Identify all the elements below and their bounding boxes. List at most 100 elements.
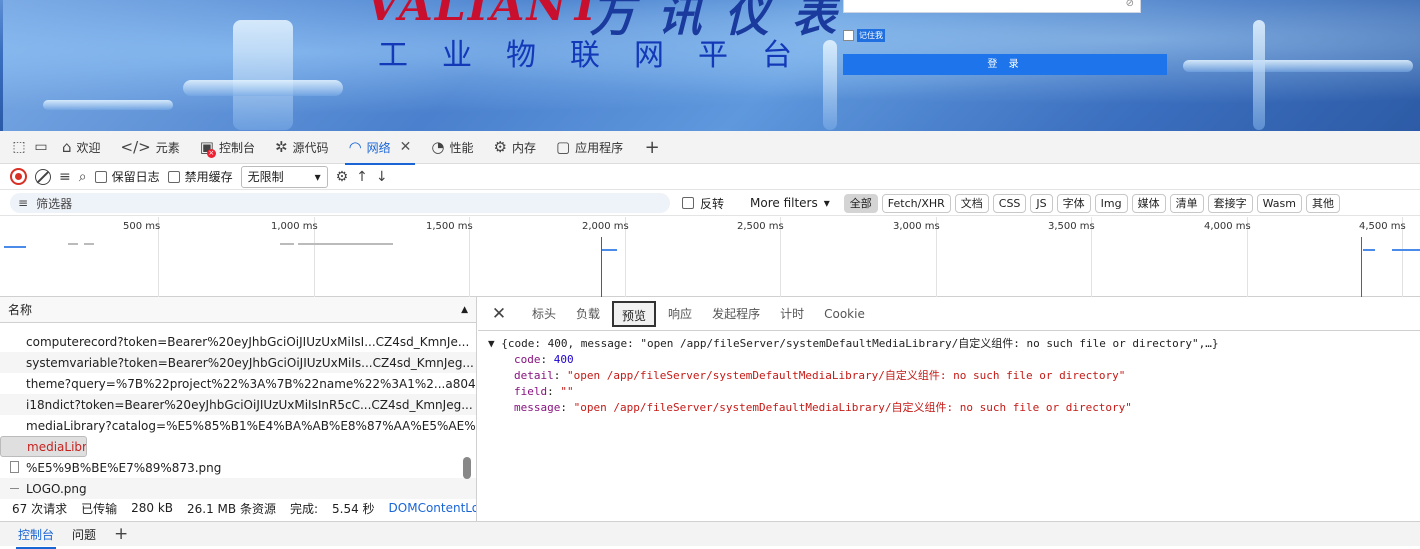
tab-memory[interactable]: ⚙ 内存 — [484, 131, 546, 164]
checkbox-box[interactable] — [94, 170, 107, 183]
tab-application[interactable]: ▢ 应用程序 — [546, 131, 633, 164]
resources-size: 26.1 MB 条资源 — [187, 501, 276, 516]
checkbox-box[interactable] — [682, 197, 694, 209]
chip-css[interactable]: CSS — [992, 193, 1027, 213]
drawer-tab-issues[interactable]: 问题 — [72, 526, 96, 543]
tab-sources[interactable]: ✲ 源代码 — [265, 131, 339, 164]
tab-label: 欢迎 — [76, 140, 101, 155]
checkbox-box[interactable] — [167, 170, 180, 183]
timeline-request-bar — [4, 246, 26, 248]
filter-placeholder: 筛选器 — [36, 196, 73, 211]
tab-response[interactable]: 响应 — [660, 301, 700, 327]
chip-fetch-xhr[interactable]: Fetch/XHR — [881, 193, 951, 213]
timeline-request-bar — [602, 249, 617, 251]
timeline-label: 4,500 ms — [1359, 221, 1406, 232]
tab-initiator[interactable]: 发起程序 — [704, 301, 768, 327]
device-toggle-icon[interactable]: ▭ — [30, 136, 52, 158]
timeline-label: 2,500 ms — [737, 221, 784, 232]
tab-performance[interactable]: ◔ 性能 — [421, 131, 483, 164]
remember-me[interactable]: 记住我 — [843, 29, 885, 42]
request-row[interactable]: systemvariable?token=Bearer%20eyJhbGciOi… — [0, 352, 476, 373]
more-filters-label: More filters — [750, 196, 818, 210]
image-file-icon — [10, 488, 19, 489]
network-overview-timeline[interactable]: 500 ms 1,000 ms 1,500 ms 2,000 ms 2,500 … — [0, 217, 1420, 297]
code-icon: </> — [120, 138, 151, 156]
request-row[interactable]: i18ndict?token=Bearer%20eyJhbGciOiJIUzUx… — [0, 394, 476, 415]
preserve-log-checkbox[interactable]: 保留日志 — [94, 168, 160, 185]
drawer-tab-console[interactable]: 控制台 — [15, 526, 57, 549]
more-filters-dropdown[interactable]: More filters ▾ — [750, 196, 830, 210]
scrollbar-thumb[interactable] — [463, 457, 471, 479]
eye-off-icon[interactable]: ⊘ — [1126, 0, 1134, 9]
devtools-tabbar: ⬚ ▭ ⌂ 欢迎 </> 元素 ▣ × 控制台 ✲ 源代码 ◠ 网络 ✕ ◔ 性… — [0, 131, 1420, 165]
json-summary[interactable]: ▼ {code: 400, message: "open /app/fileSe… — [488, 336, 1420, 352]
tab-payload[interactable]: 负载 — [568, 301, 608, 327]
export-icon[interactable]: ↓ — [376, 169, 388, 185]
finish-time: 5.54 秒 — [332, 501, 375, 516]
chip-all[interactable]: 全部 — [843, 193, 878, 213]
tab-welcome[interactable]: ⌂ 欢迎 — [52, 131, 111, 164]
filter-input[interactable]: ≡ 筛选器 — [10, 193, 670, 213]
throttle-value: 无限制 — [247, 170, 284, 184]
network-conditions-icon[interactable]: ⚙ — [336, 169, 349, 185]
filter-toggle-icon[interactable]: ≡ — [59, 169, 71, 185]
add-tab-icon[interactable]: + — [114, 524, 128, 544]
timeline-label: 2,000 ms — [582, 221, 629, 232]
tab-headers[interactable]: 标头 — [524, 301, 564, 327]
request-list: 名称 ▲ computerecord?token=Bearer%20eyJhbG… — [0, 297, 477, 499]
chip-img[interactable]: Img — [1094, 193, 1128, 213]
close-icon[interactable]: ✕ — [488, 304, 510, 324]
tab-cookies[interactable]: Cookie — [816, 301, 873, 327]
column-name-header[interactable]: 名称 — [8, 301, 32, 318]
request-row[interactable]: computerecord?token=Bearer%20eyJhbGciOiJ… — [0, 331, 476, 352]
record-icon[interactable] — [10, 168, 27, 185]
chip-other[interactable]: 其他 — [1305, 193, 1340, 213]
throttle-select[interactable]: 无限制 ▾ — [240, 165, 328, 188]
chip-font[interactable]: 字体 — [1056, 193, 1091, 213]
domcontentloaded-link[interactable]: DOMContentLo — [389, 501, 476, 515]
sort-up-icon[interactable]: ▲ — [461, 305, 468, 315]
tab-elements[interactable]: </> 元素 — [111, 131, 190, 164]
json-value: "" — [560, 385, 574, 398]
close-icon[interactable]: ✕ — [400, 139, 412, 155]
request-row-image[interactable]: %E5%9B%BE%E7%89%873.png — [0, 457, 476, 478]
bug-icon: ✲ — [274, 138, 288, 156]
inspect-icon[interactable]: ⬚ — [8, 136, 30, 158]
add-tab-icon[interactable]: + — [641, 136, 663, 158]
json-key: field — [514, 385, 548, 398]
page-banner: VALIANT 万 讯 仪 表 工业物联网平台 ⊘ 记住我 登 录 — [0, 0, 1420, 131]
request-name: %E5%9B%BE%E7%89%873.png — [26, 460, 222, 475]
password-input[interactable]: ⊘ — [843, 0, 1141, 13]
chip-manifest[interactable]: 清单 — [1169, 193, 1204, 213]
chip-media[interactable]: 媒体 — [1131, 193, 1166, 213]
request-list-header[interactable]: 名称 ▲ — [0, 297, 476, 323]
clear-icon[interactable] — [35, 168, 51, 185]
chip-ws[interactable]: 套接字 — [1207, 193, 1253, 213]
logo-latin: VALIANT — [366, 0, 604, 31]
chip-wasm[interactable]: Wasm — [1256, 193, 1302, 213]
finish-label: 完成: — [289, 501, 318, 516]
window-icon: ▢ — [555, 138, 571, 156]
disable-cache-checkbox[interactable]: 禁用缓存 — [167, 168, 233, 185]
tab-network[interactable]: ◠ 网络 ✕ — [339, 131, 422, 165]
tab-console[interactable]: ▣ × 控制台 — [190, 131, 265, 164]
bottom-drawer-tabs: 控制台 问题 + — [0, 521, 1420, 549]
timeline-request-bar — [1392, 249, 1420, 251]
json-preview: ▼ {code: 400, message: "open /app/fileSe… — [478, 331, 1420, 416]
remember-checkbox[interactable] — [843, 30, 854, 41]
import-icon[interactable]: ↑ — [356, 169, 368, 185]
remember-label: 记住我 — [857, 29, 885, 42]
chip-doc[interactable]: 文档 — [954, 193, 989, 213]
login-button[interactable]: 登 录 — [843, 54, 1167, 75]
chip-js[interactable]: JS — [1030, 193, 1053, 213]
search-icon[interactable]: ⌕ — [79, 169, 87, 185]
tab-timing[interactable]: 计时 — [772, 301, 812, 327]
invert-checkbox[interactable]: 反转 — [682, 195, 724, 212]
tab-label: 控制台 — [218, 140, 255, 155]
request-row-selected[interactable]: mediaLibrary?catalog=%E5%86%85%E7%BD%AE%… — [0, 436, 87, 457]
tab-preview[interactable]: 预览 — [612, 300, 657, 327]
request-row[interactable]: mediaLibrary?catalog=%E5%85%B1%E4%BA%AB%… — [0, 415, 476, 436]
request-row[interactable]: theme?query=%7B%22project%22%3A%7B%22nam… — [0, 373, 476, 394]
json-key: message — [514, 401, 561, 414]
timeline-label: 4,000 ms — [1204, 221, 1251, 232]
